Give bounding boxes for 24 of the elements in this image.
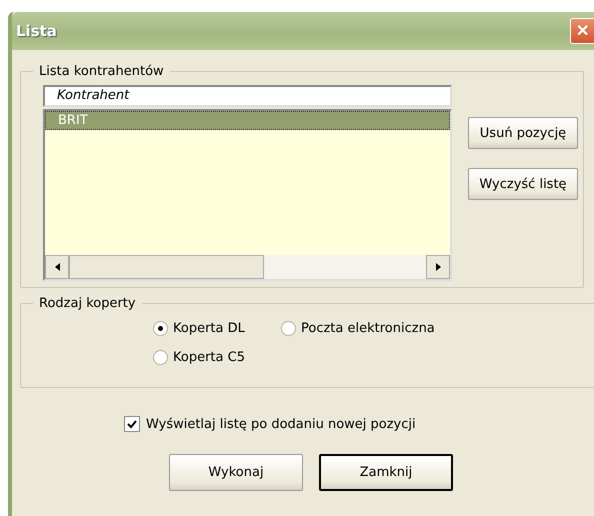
group-label: Rodzaj koperty <box>38 296 137 311</box>
group-label: Lista kontrahentów <box>38 64 165 79</box>
radio-option[interactable]: Koperta DL <box>153 321 281 336</box>
radio-option[interactable]: Poczta elektroniczna <box>281 321 594 336</box>
scroll-thumb[interactable] <box>69 255 264 279</box>
radio-icon[interactable] <box>281 321 296 336</box>
clear-list-button[interactable]: Wyczyść listę <box>468 168 578 200</box>
list-header: Kontrahent <box>43 85 452 107</box>
checkbox-icon[interactable] <box>124 416 140 432</box>
execute-button[interactable]: Wykonaj <box>169 454 303 491</box>
remove-item-button[interactable]: Usuń pozycję <box>468 117 578 149</box>
radio-icon[interactable] <box>153 350 168 365</box>
scroll-left-icon[interactable] <box>45 255 69 279</box>
option-label: Koperta C5 <box>173 350 245 365</box>
close-dialog-button[interactable]: Zamknij <box>319 454 453 491</box>
show-list-checkbox[interactable]: Wyświetlaj listę po dodaniu nowej pozycji <box>20 388 594 432</box>
radio-option[interactable]: Koperta C5 <box>153 350 281 365</box>
scroll-right-icon[interactable] <box>426 255 450 279</box>
window-title: Lista <box>16 22 57 40</box>
checkbox-label: Wyświetlaj listę po dodaniu nowej pozycji <box>146 416 416 432</box>
option-label: Koperta DL <box>173 321 245 336</box>
radio-icon[interactable] <box>153 321 168 336</box>
horizontal-scrollbar[interactable] <box>45 255 450 279</box>
option-label: Poczta elektroniczna <box>301 321 435 336</box>
